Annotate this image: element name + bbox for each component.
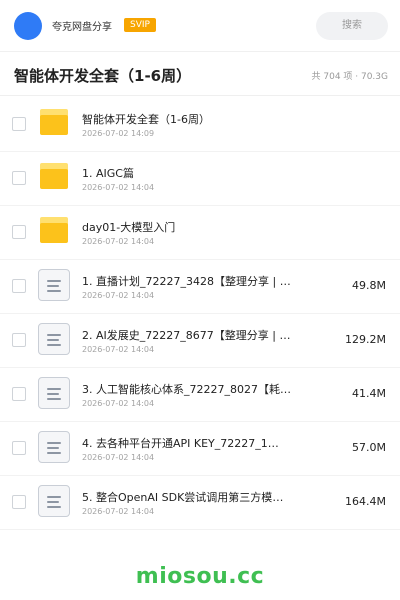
folder-icon [38, 107, 70, 139]
file-name: 5. 整合OpenAI SDK尝试调用第三方模型_… [82, 491, 294, 504]
share-page: 夸克网盘分享 SVIP 搜索 智能体开发全套（1-6周） 共 704 项 · 7… [0, 0, 400, 600]
file-date: 2026-07-02 14:04 [82, 345, 155, 354]
document-icon [38, 269, 70, 301]
list-item[interactable]: 1. AIGC篇 2026-07-02 14:04 [0, 152, 400, 206]
share-header: 夸克网盘分享 SVIP 搜索 [0, 0, 400, 52]
file-date: 2026-07-02 14:04 [82, 291, 155, 300]
watermark: miosou.cc [135, 564, 265, 589]
folder-summary: 共 704 项 · 70.3G [311, 72, 389, 82]
select-checkbox[interactable] [12, 279, 26, 293]
vip-badge: SVIP [124, 18, 156, 32]
list-item[interactable]: day01-大模型入门 2026-07-02 14:04 [0, 206, 400, 260]
file-name: 智能体开发全套（1-6周） [82, 113, 210, 126]
file-size: 164.4M [345, 495, 386, 508]
list-item[interactable]: 3. 人工智能核心体系_72227_8027【耗费… 2026-07-02 14:… [0, 368, 400, 422]
file-name: 3. 人工智能核心体系_72227_8027【耗费… [82, 383, 294, 396]
folder-title-bar: 智能体开发全套（1-6周） 共 704 项 · 70.3G [0, 52, 400, 96]
select-checkbox[interactable] [12, 387, 26, 401]
select-checkbox[interactable] [12, 495, 26, 509]
file-date: 2026-07-02 14:04 [82, 399, 155, 408]
file-size: 49.8M [352, 279, 386, 292]
select-checkbox[interactable] [12, 333, 26, 347]
list-item[interactable]: 4. 去各种平台开通API KEY_72227_1… 2026-07-02 14:… [0, 422, 400, 476]
select-checkbox[interactable] [12, 117, 26, 131]
list-item[interactable]: 2. AI发展史_72227_8677【整理分享 | … 2026-07-02 1… [0, 314, 400, 368]
document-icon [38, 485, 70, 517]
file-name: 1. 直播计划_72227_3428【整理分享 | 关… [82, 275, 294, 288]
search-button[interactable]: 搜索 [316, 12, 388, 40]
select-checkbox[interactable] [12, 441, 26, 455]
list-item[interactable]: 5. 整合OpenAI SDK尝试调用第三方模型_… 2026-07-02 14:… [0, 476, 400, 530]
file-date: 2026-07-02 14:04 [82, 453, 155, 462]
owner-name: 夸克网盘分享 [52, 22, 112, 33]
file-name: 1. AIGC篇 [82, 167, 134, 180]
list-item[interactable]: 1. 直播计划_72227_3428【整理分享 | 关… 2026-07-02 1… [0, 260, 400, 314]
file-date: 2026-07-02 14:04 [82, 183, 155, 192]
avatar[interactable] [14, 12, 42, 40]
file-date: 2026-07-02 14:04 [82, 237, 155, 246]
folder-icon [38, 215, 70, 247]
file-size: 129.2M [345, 333, 386, 346]
file-date: 2026-07-02 14:09 [82, 129, 155, 138]
file-name: 2. AI发展史_72227_8677【整理分享 | … [82, 329, 291, 342]
file-name: day01-大模型入门 [82, 221, 176, 234]
select-checkbox[interactable] [12, 171, 26, 185]
select-checkbox[interactable] [12, 225, 26, 239]
file-list: 智能体开发全套（1-6周） 2026-07-02 14:09 1. AIGC篇 202… [0, 98, 400, 530]
document-icon [38, 323, 70, 355]
file-date: 2026-07-02 14:04 [82, 507, 155, 516]
folder-icon [38, 161, 70, 193]
document-icon [38, 377, 70, 409]
file-size: 57.0M [352, 441, 386, 454]
file-size: 41.4M [352, 387, 386, 400]
page-title: 智能体开发全套（1-6周） [14, 67, 192, 85]
file-name: 4. 去各种平台开通API KEY_72227_1… [82, 437, 279, 450]
document-icon [38, 431, 70, 463]
list-item[interactable]: 智能体开发全套（1-6周） 2026-07-02 14:09 [0, 98, 400, 152]
